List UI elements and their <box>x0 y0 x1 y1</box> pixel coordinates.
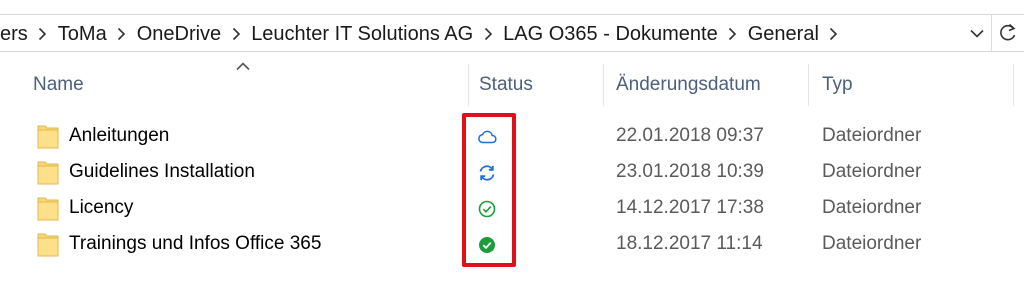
breadcrumb-item[interactable]: OneDrive <box>137 23 221 46</box>
breadcrumb-item[interactable]: ers <box>0 23 28 46</box>
chevron-right-icon[interactable] <box>107 15 137 53</box>
file-name: Trainings und Infos Office 365 <box>69 233 322 254</box>
file-name: Anleitungen <box>69 125 170 146</box>
column-header-type[interactable]: Typ <box>822 62 853 108</box>
chevron-right-icon[interactable] <box>221 15 251 53</box>
file-type: Dateiordner <box>822 197 922 218</box>
file-type: Dateiordner <box>822 233 922 254</box>
breadcrumb-item[interactable]: LAG O365 - Dokumente <box>503 23 718 46</box>
chevron-right-icon[interactable] <box>473 15 503 53</box>
file-date: 22.01.2018 09:37 <box>616 125 764 146</box>
breadcrumb-item[interactable]: General <box>748 23 819 46</box>
folder-icon <box>37 125 59 149</box>
breadcrumb: ers ToMa OneDrive Leuchter IT Solutions … <box>0 15 849 53</box>
column-divider[interactable] <box>468 64 469 106</box>
refresh-icon[interactable] <box>992 14 1024 52</box>
column-divider[interactable] <box>603 64 604 106</box>
chevron-right-icon[interactable] <box>819 15 849 53</box>
folder-icon <box>37 233 59 257</box>
file-type: Dateiordner <box>822 161 922 182</box>
file-name: Licency <box>69 197 134 218</box>
file-type: Dateiordner <box>822 125 922 146</box>
file-date: 14.12.2017 17:38 <box>616 197 764 218</box>
column-divider[interactable] <box>808 64 809 106</box>
file-name: Guidelines Installation <box>69 161 255 182</box>
breadcrumb-item[interactable]: Leuchter IT Solutions AG <box>251 23 473 46</box>
column-header-name[interactable]: Name <box>33 62 84 108</box>
file-date: 23.01.2018 10:39 <box>616 161 764 182</box>
breadcrumb-item[interactable]: ToMa <box>58 23 107 46</box>
folder-icon <box>37 197 59 221</box>
chevron-down-icon[interactable] <box>963 15 991 51</box>
column-header-date[interactable]: Änderungsdatum <box>616 62 761 108</box>
column-header-status[interactable]: Status <box>479 62 533 108</box>
chevron-right-icon[interactable] <box>28 15 58 53</box>
column-divider[interactable] <box>1013 64 1014 106</box>
file-date: 18.12.2017 11:14 <box>616 233 763 254</box>
folder-icon <box>37 161 59 185</box>
chevron-right-icon[interactable] <box>718 15 748 53</box>
address-bar[interactable]: ers ToMa OneDrive Leuchter IT Solutions … <box>0 14 992 52</box>
column-header: Name Status Änderungsdatum Typ <box>0 62 1024 108</box>
status-highlight-box <box>462 113 516 267</box>
